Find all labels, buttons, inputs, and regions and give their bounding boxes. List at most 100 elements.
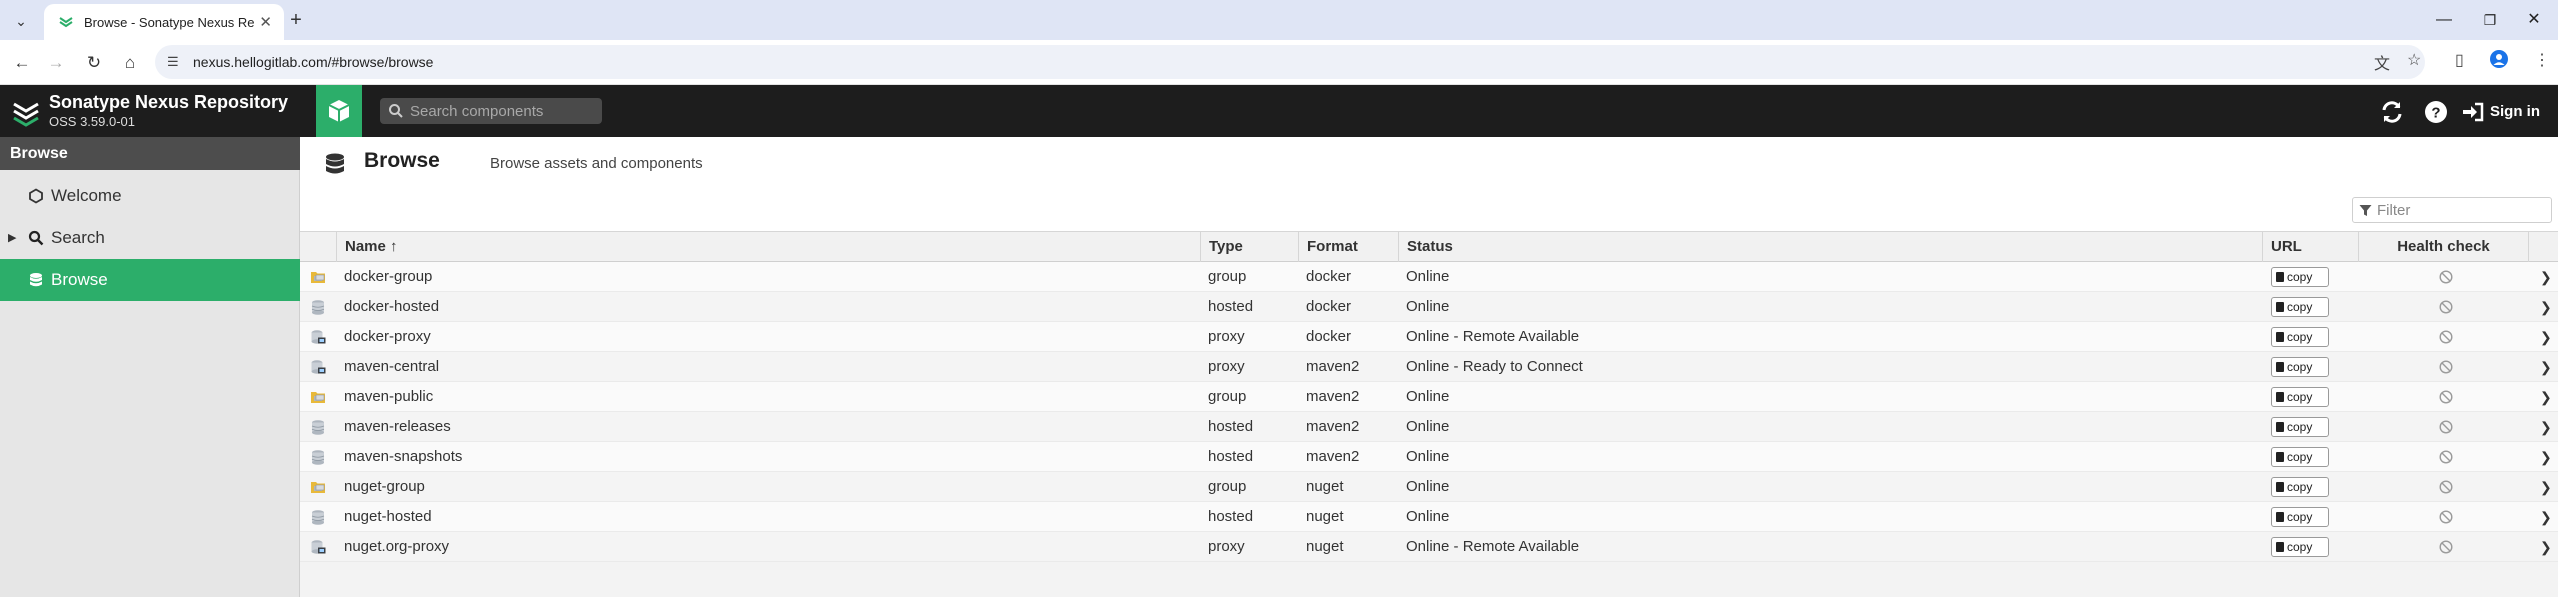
- tab-search-chevron-icon[interactable]: ⌄: [10, 10, 32, 32]
- search-input[interactable]: [408, 101, 594, 121]
- home-icon[interactable]: ⌂: [118, 51, 142, 75]
- copy-url-button[interactable]: copy: [2271, 417, 2329, 437]
- column-header-health-check[interactable]: Health check: [2358, 232, 2528, 262]
- table-row[interactable]: nuget-group group nuget Online copy ❯: [300, 472, 2558, 502]
- cell-type: group: [1208, 388, 1247, 405]
- bookmark-star-icon[interactable]: ☆: [2407, 50, 2421, 70]
- row-chevron-icon[interactable]: ❯: [2540, 292, 2552, 322]
- copy-url-button[interactable]: copy: [2271, 357, 2329, 377]
- browser-tab[interactable]: Browse - Sonatype Nexus Re ✕: [44, 4, 284, 40]
- health-check-disabled-icon[interactable]: [2439, 270, 2453, 284]
- copy-label: copy: [2287, 390, 2313, 404]
- nexus-logo-icon: [13, 102, 39, 127]
- help-icon[interactable]: ?: [2422, 98, 2450, 126]
- column-header-format[interactable]: Format: [1298, 232, 1398, 262]
- row-chevron-icon[interactable]: ❯: [2540, 322, 2552, 352]
- back-icon[interactable]: ←: [10, 51, 34, 75]
- health-check-disabled-icon[interactable]: [2439, 390, 2453, 404]
- cell-status: Online: [1406, 478, 1450, 495]
- column-header-status[interactable]: Status: [1398, 232, 2262, 262]
- clipboard-icon: [2276, 392, 2284, 402]
- repository-hosted-icon: [310, 419, 326, 435]
- column-header-type[interactable]: Type: [1200, 232, 1298, 262]
- health-check-disabled-icon[interactable]: [2439, 540, 2453, 554]
- copy-url-button[interactable]: copy: [2271, 267, 2329, 287]
- sidebar-item-welcome[interactable]: Welcome: [0, 175, 300, 217]
- table-row[interactable]: docker-group group docker Online copy ❯: [300, 262, 2558, 292]
- cell-format: docker: [1306, 328, 1352, 345]
- expand-triangle-icon[interactable]: ▶: [8, 217, 16, 259]
- close-tab-icon[interactable]: ✕: [259, 13, 272, 31]
- repository-hosted-icon: [310, 509, 326, 525]
- copy-url-button[interactable]: copy: [2271, 507, 2329, 527]
- browser-toolbar: ← → ↻ ⌂ ☰ nexus.hellogitlab.com/#browse/…: [0, 40, 2558, 85]
- clipboard-icon: [2276, 452, 2284, 462]
- side-panel-icon[interactable]: ▯: [2455, 50, 2464, 70]
- health-check-disabled-icon[interactable]: [2439, 330, 2453, 344]
- row-chevron-icon[interactable]: ❯: [2540, 262, 2552, 292]
- column-header-url[interactable]: URL: [2262, 232, 2358, 262]
- copy-url-button[interactable]: copy: [2271, 447, 2329, 467]
- refresh-icon[interactable]: [2378, 98, 2406, 126]
- cell-name: docker-proxy: [344, 328, 431, 345]
- copy-url-button[interactable]: copy: [2271, 297, 2329, 317]
- table-row[interactable]: docker-proxy proxy docker Online - Remote A…: [300, 322, 2558, 352]
- table-row[interactable]: maven-releases hosted maven2 Online copy ❯: [300, 412, 2558, 442]
- repository-hosted-icon: [310, 449, 326, 465]
- table-row[interactable]: maven-central proxy maven2 Online - Ready t…: [300, 352, 2558, 382]
- row-chevron-icon[interactable]: ❯: [2540, 502, 2552, 532]
- cell-type: group: [1208, 268, 1247, 285]
- row-chevron-icon[interactable]: ❯: [2540, 442, 2552, 472]
- forward-icon[interactable]: →: [44, 51, 68, 75]
- health-check-disabled-icon[interactable]: [2439, 480, 2453, 494]
- translate-icon[interactable]: 文: [2374, 50, 2390, 74]
- table-row[interactable]: docker-hosted hosted docker Online copy ❯: [300, 292, 2558, 322]
- sidebar-item-search[interactable]: ▶ Search: [0, 217, 300, 259]
- copy-label: copy: [2287, 360, 2313, 374]
- health-check-disabled-icon[interactable]: [2439, 300, 2453, 314]
- row-chevron-icon[interactable]: ❯: [2540, 472, 2552, 502]
- health-check-disabled-icon[interactable]: [2439, 510, 2453, 524]
- profile-avatar-icon[interactable]: [2490, 50, 2508, 73]
- row-chevron-icon[interactable]: ❯: [2540, 382, 2552, 412]
- cube-icon: [328, 100, 350, 122]
- column-header-name[interactable]: Name ↑: [336, 232, 1226, 262]
- cell-type: proxy: [1208, 538, 1245, 555]
- health-check-disabled-icon[interactable]: [2439, 360, 2453, 374]
- table-row[interactable]: maven-public group maven2 Online copy ❯: [300, 382, 2558, 412]
- filter-box[interactable]: [2352, 197, 2552, 223]
- row-chevron-icon[interactable]: ❯: [2540, 532, 2552, 562]
- clipboard-icon: [2276, 422, 2284, 432]
- row-chevron-icon[interactable]: ❯: [2540, 412, 2552, 442]
- hexagon-icon: [29, 188, 43, 204]
- row-chevron-icon[interactable]: ❯: [2540, 352, 2552, 382]
- browser-menu-icon[interactable]: ⋮: [2534, 50, 2550, 70]
- site-info-icon[interactable]: ☰: [167, 54, 179, 70]
- browse-mode-button[interactable]: [316, 85, 362, 137]
- address-url[interactable]: nexus.hellogitlab.com/#browse/browse: [193, 54, 433, 70]
- copy-url-button[interactable]: copy: [2271, 387, 2329, 407]
- copy-url-button[interactable]: copy: [2271, 327, 2329, 347]
- table-row[interactable]: nuget.org-proxy proxy nuget Online - Remote…: [300, 532, 2558, 562]
- minimize-icon[interactable]: —: [2424, 6, 2464, 34]
- health-check-disabled-icon[interactable]: [2439, 450, 2453, 464]
- sign-in-icon: [2463, 102, 2484, 122]
- reload-icon[interactable]: ↻: [82, 51, 106, 75]
- table-row[interactable]: maven-snapshots hosted maven2 Online copy ❯: [300, 442, 2558, 472]
- address-bar[interactable]: ☰ nexus.hellogitlab.com/#browse/browse: [155, 45, 2425, 79]
- sidebar-item-browse[interactable]: Browse: [0, 259, 300, 301]
- component-search-box[interactable]: [380, 98, 602, 124]
- copy-url-button[interactable]: copy: [2271, 537, 2329, 557]
- cell-status: Online: [1406, 508, 1450, 525]
- restore-icon[interactable]: ❐: [2470, 6, 2510, 34]
- table-row[interactable]: nuget-hosted hosted nuget Online copy ❯: [300, 502, 2558, 532]
- cell-status: Online: [1406, 268, 1450, 285]
- sign-in-button[interactable]: Sign in: [2462, 98, 2540, 126]
- health-check-disabled-icon[interactable]: [2439, 420, 2453, 434]
- close-window-icon[interactable]: ✕: [2514, 6, 2554, 34]
- main-content: Browse Browse assets and components Name…: [300, 137, 2558, 597]
- copy-url-button[interactable]: copy: [2271, 477, 2329, 497]
- filter-input[interactable]: [2375, 201, 2545, 219]
- new-tab-icon[interactable]: +: [283, 8, 309, 34]
- repository-group-icon: [310, 479, 326, 495]
